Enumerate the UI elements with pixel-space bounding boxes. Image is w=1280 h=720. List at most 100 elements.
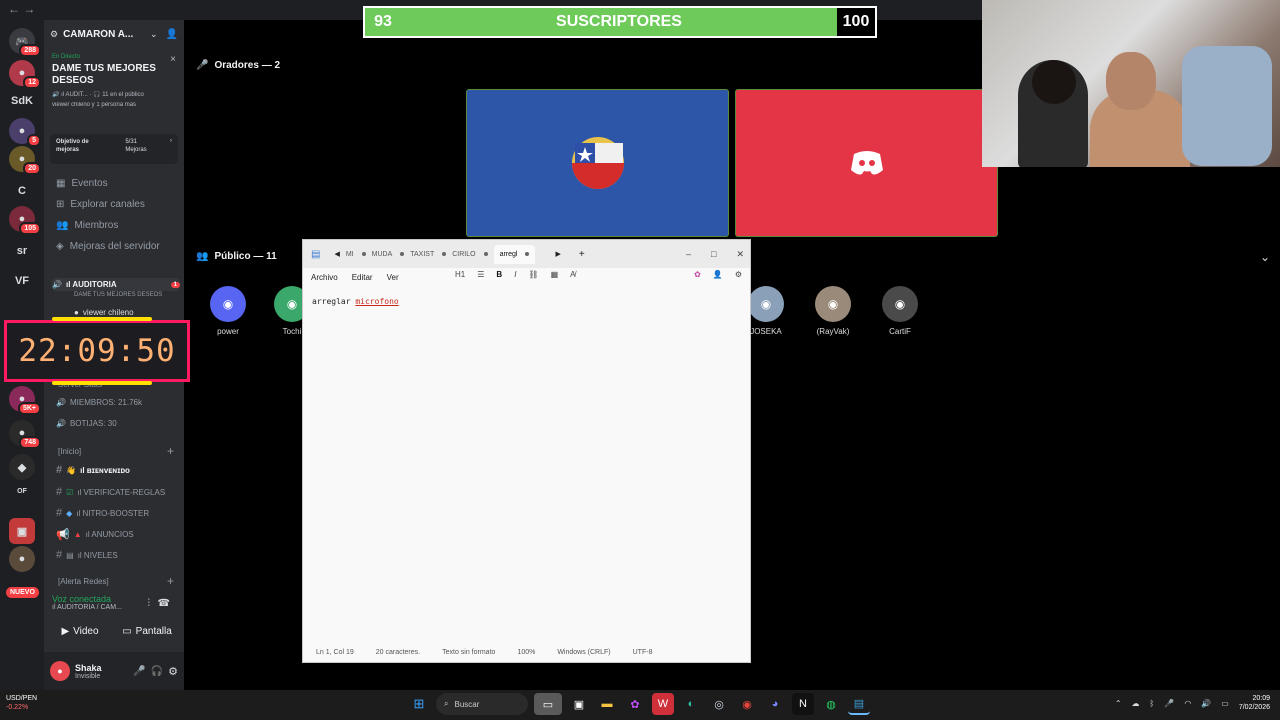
mic-icon[interactable]: 🎤: [1164, 699, 1174, 708]
chrome-icon[interactable]: ◉: [736, 693, 758, 715]
voice-member[interactable]: ● viewer chileno: [74, 308, 198, 317]
avatar[interactable]: ●: [50, 661, 70, 681]
nav-events[interactable]: ▦ Eventos: [56, 178, 108, 189]
nav-members[interactable]: 👥 Miembros: [56, 220, 118, 231]
maximize-icon[interactable]: □: [711, 249, 716, 259]
italic-icon[interactable]: I: [514, 270, 516, 279]
server-sr[interactable]: sr: [9, 238, 35, 264]
speaker-tile-chile[interactable]: [466, 89, 729, 237]
server-icon-10[interactable]: ●: [9, 546, 35, 572]
server-icon-1[interactable]: 🎮 288: [9, 28, 41, 57]
menu-ver[interactable]: Ver: [387, 273, 399, 282]
mic-icon[interactable]: 🎤: [133, 666, 145, 677]
battery-icon[interactable]: ▭: [1221, 699, 1229, 708]
tab-cirilo[interactable]: CIRILO: [452, 251, 488, 258]
channel-niveles[interactable]: # ▤ ıl NIVELES: [56, 549, 180, 561]
disconnect-icon[interactable]: ☎: [158, 598, 170, 609]
inicio-category[interactable]: [Inicio]: [58, 447, 81, 456]
server-sdk[interactable]: SdK: [9, 88, 35, 114]
chevron-down-icon[interactable]: ⌄: [1260, 250, 1270, 264]
gear-icon[interactable]: ⚙: [735, 270, 742, 279]
add-channel-icon[interactable]: +: [167, 574, 174, 588]
server-header[interactable]: ⚙ CAMARÓN A... ⌄ 👤: [44, 20, 184, 48]
windows-start-icon[interactable]: ⊞: [408, 693, 430, 715]
notepad-text-area[interactable]: arreglar microfono: [303, 292, 750, 642]
clock[interactable]: 20:09 7/02/2026: [1239, 694, 1270, 712]
wps-icon[interactable]: W: [652, 693, 674, 715]
channel-nitro[interactable]: # ◆ ıl NITRO-BOOSTER: [56, 507, 180, 519]
server-icon-6[interactable]: ● 5K+: [9, 386, 41, 415]
bold-icon[interactable]: B: [496, 270, 502, 279]
server-vf[interactable]: VF: [9, 268, 35, 294]
channel-reglas[interactable]: # ☑ ıl VERIFICATE-REGLAS: [56, 486, 180, 498]
server-icon-5[interactable]: ● 105: [9, 206, 41, 235]
menu-editar[interactable]: Editar: [352, 273, 373, 282]
status-encoding[interactable]: UTF-8: [633, 649, 653, 656]
bluetooth-icon[interactable]: ᛒ: [1150, 699, 1155, 708]
boost-goal[interactable]: Objetivo de mejoras 5/31 Mejoras ›: [50, 134, 178, 164]
tab-scroll-left-icon[interactable]: ◀: [334, 250, 339, 258]
status-lineending[interactable]: Windows (CRLF): [557, 649, 610, 656]
notion-icon[interactable]: N: [792, 693, 814, 715]
headphones-icon[interactable]: 🎧: [151, 666, 163, 677]
audience-member[interactable]: ◉ CartiF: [870, 286, 930, 336]
live-event-card[interactable]: En Directo DAME TUS MEJORES DESEOS 🔊 ıl …: [52, 54, 176, 108]
close-icon[interactable]: ✕: [736, 249, 744, 260]
taskbar-search[interactable]: ⌕ Buscar: [436, 693, 528, 715]
nav-boosts[interactable]: ◈ Mejoras del servidor: [56, 241, 160, 252]
notepad-icon[interactable]: ▤: [848, 693, 870, 715]
close-icon[interactable]: ×: [170, 54, 176, 65]
list-icon[interactable]: ☰: [477, 270, 484, 279]
server-icon-4[interactable]: ● 20: [9, 146, 41, 175]
steam-icon[interactable]: ◎: [708, 693, 730, 715]
screen-share-button[interactable]: ▭ Pantalla: [116, 618, 178, 644]
minimize-icon[interactable]: –: [686, 249, 691, 259]
gear-icon[interactable]: ⚙: [168, 665, 178, 678]
noise-icon[interactable]: ⫶: [148, 598, 151, 609]
tab-scroll-right-icon[interactable]: ▶: [555, 250, 560, 258]
channel-anuncios[interactable]: 📢 ▲ ıl ANUNCIOS: [56, 528, 180, 541]
file-explorer-icon[interactable]: ▬: [596, 693, 618, 715]
server-icon-9[interactable]: ▣: [9, 518, 35, 544]
edge-icon[interactable]: ◐: [680, 693, 702, 715]
discord-icon[interactable]: ◕: [764, 693, 786, 715]
server-of[interactable]: OF: [9, 478, 35, 504]
voice-channel-auditoria[interactable]: 🔊 ıl AUDITORIA 1: [52, 278, 180, 291]
stock-widget[interactable]: USD/PEN -0.22%: [6, 694, 37, 712]
back-arrow-icon[interactable]: ← →: [8, 2, 35, 16]
copilot-icon[interactable]: ✿: [694, 270, 701, 279]
server-icon-8[interactable]: ◆: [9, 454, 35, 480]
photo-widget-icon[interactable]: ▭: [534, 693, 562, 715]
new-tab-icon[interactable]: +: [579, 249, 585, 260]
speaker-tile-discord[interactable]: [735, 89, 998, 237]
link-icon[interactable]: ⛓: [528, 270, 538, 279]
audience-member[interactable]: ◉ (RayVak): [803, 286, 863, 336]
video-button[interactable]: ▶ Video: [50, 618, 110, 644]
task-view-icon[interactable]: ▣: [568, 693, 590, 715]
audience-member[interactable]: ◉ power: [198, 286, 258, 336]
server-icon-7[interactable]: ● 748: [9, 420, 41, 449]
chevron-up-icon[interactable]: ⌃: [1115, 699, 1122, 708]
nav-explore[interactable]: ⊞ Explorar canales: [56, 199, 145, 210]
table-icon[interactable]: ▦: [551, 270, 559, 279]
whatsapp-icon[interactable]: ◍: [820, 693, 842, 715]
server-icon-2[interactable]: ● 12: [9, 60, 41, 89]
wifi-icon[interactable]: ◠: [1184, 699, 1191, 708]
account-icon[interactable]: 👤: [713, 270, 723, 279]
clear-format-icon[interactable]: A̸: [570, 270, 575, 279]
heading-dropdown[interactable]: H1: [455, 270, 465, 279]
add-channel-icon[interactable]: +: [167, 444, 174, 458]
cloud-icon[interactable]: ☁: [1132, 699, 1140, 708]
alerta-category[interactable]: [Alerta Redes]: [58, 577, 109, 586]
volume-icon[interactable]: 🔊: [1201, 699, 1211, 708]
tab-mi[interactable]: MI: [346, 251, 366, 258]
status-zoom[interactable]: 100%: [517, 649, 535, 656]
server-icon-3[interactable]: ● 5: [9, 118, 41, 147]
tab-taxist[interactable]: TAXIST: [410, 251, 447, 258]
menu-archivo[interactable]: Archivo: [311, 273, 338, 282]
tab-arreglar[interactable]: arregl: [493, 244, 536, 264]
copilot-icon[interactable]: ✿: [624, 693, 646, 715]
tab-muda[interactable]: MUDA: [372, 251, 405, 258]
server-c[interactable]: C: [9, 178, 35, 204]
channel-bienvenido[interactable]: # 👋 ıl ʙɪᴇɴᴠᴇɴɪᴅᴏ: [56, 464, 180, 476]
